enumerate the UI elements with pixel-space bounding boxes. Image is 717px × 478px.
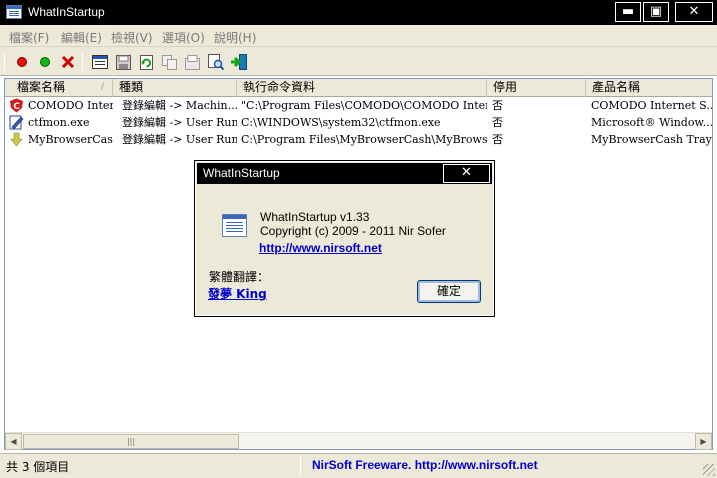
status-bar: 共 3 個項目 NirSoft Freeware. http://www.nir… [0, 453, 717, 478]
maximize-button[interactable]: ▣ [643, 2, 669, 22]
toolbar-separator [82, 53, 83, 71]
menu-file[interactable]: 檔案(F) [9, 29, 49, 46]
app-version: WhatInStartup v1.33 [260, 210, 370, 224]
column-header-type[interactable]: 種類 [113, 79, 237, 97]
about-dialog: WhatInStartup ✕ WhatInStartup v1.33 Copy… [194, 160, 495, 317]
dialog-title: WhatInStartup [203, 166, 280, 180]
cell-command: C:\WINDOWS\system32\ctfmon.exe [241, 116, 441, 129]
comodo-icon: C [9, 98, 24, 113]
menu-options[interactable]: 選項(O) [162, 29, 205, 46]
column-header-disabled[interactable]: 停用 [487, 79, 586, 97]
save-icon[interactable] [113, 52, 133, 72]
toolbar [0, 47, 717, 76]
ctfmon-icon [9, 115, 24, 130]
dialog-title-bar: WhatInStartup ✕ [197, 163, 492, 184]
cell-disabled: 否 [492, 116, 503, 129]
scroll-right-button[interactable]: ▶ [695, 433, 712, 450]
status-divider [300, 456, 301, 476]
enable-green-dot-icon[interactable] [35, 52, 55, 72]
cell-command: "C:\Program Files\COMODO\COMODO Internet… [241, 99, 487, 112]
column-header-filename[interactable]: 檔案名稱 / [5, 79, 113, 97]
item-count: 共 3 個項目 [6, 460, 70, 474]
cell-type: 登錄編輯 -> User Run [122, 133, 237, 146]
column-header-product[interactable]: 產品名稱 [586, 79, 712, 97]
cell-type: 登錄編輯 -> User Run [122, 116, 237, 129]
delete-x-icon[interactable] [58, 52, 78, 72]
cell-product: MyBrowserCash Tray [591, 133, 712, 146]
menu-bar: 檔案(F) 編輯(E) 檢視(V) 選項(O) 說明(H) [0, 25, 717, 47]
website-link[interactable]: http://www.nirsoft.net [259, 241, 382, 255]
refresh-icon[interactable] [136, 52, 156, 72]
window-title: WhatInStartup [28, 5, 105, 19]
cell-product: Microsoft® Window... [591, 116, 712, 129]
column-header-command[interactable]: 執行命令資料 [237, 79, 487, 97]
copy-icon[interactable] [159, 52, 179, 72]
horizontal-scrollbar[interactable]: ◀ ||| ▶ [5, 432, 712, 450]
scroll-left-button[interactable]: ◀ [5, 433, 22, 450]
menu-edit[interactable]: 編輯(E) [61, 29, 102, 46]
menu-view[interactable]: 檢視(V) [111, 29, 153, 46]
cell-command: C:\Program Files\MyBrowserCash\MyBrowser… [241, 133, 487, 146]
copyright-text: Copyright (c) 2009 - 2011 Nir Sofer [260, 224, 446, 238]
cell-type: 登錄編輯 -> Machin... [122, 99, 237, 112]
scrollbar-thumb[interactable]: ||| [23, 434, 239, 449]
resize-grip-icon[interactable] [703, 464, 715, 476]
translator-link[interactable]: 發夢 King [208, 285, 267, 302]
cell-disabled: 否 [492, 99, 503, 112]
find-icon[interactable] [206, 52, 226, 72]
svg-text:C: C [13, 102, 20, 112]
exit-icon[interactable] [229, 52, 249, 72]
cell-product: COMODO Internet S... [591, 99, 712, 112]
app-icon [6, 5, 22, 19]
properties-icon[interactable] [90, 52, 110, 72]
ok-button[interactable]: 確定 [417, 280, 481, 303]
html-report-icon[interactable] [182, 52, 202, 72]
cell-filename: COMODO Inter... [28, 99, 113, 112]
app-icon [222, 214, 247, 237]
table-row[interactable]: ctfmon.exe 登錄編輯 -> User Run C:\WINDOWS\s… [5, 114, 712, 131]
column-header-label: 檔案名稱 [17, 80, 66, 94]
minimize-button[interactable]: ▬ [615, 2, 641, 22]
disable-red-dot-icon[interactable] [12, 52, 32, 72]
nirsoft-link[interactable]: NirSoft Freeware. http://www.nirsoft.net [312, 458, 538, 472]
cell-filename: MyBrowserCash [28, 133, 113, 146]
title-bar: WhatInStartup ▬ ▣ ✕ [0, 0, 717, 25]
list-header: 檔案名稱 / 種類 執行命令資料 停用 產品名稱 [5, 79, 712, 97]
table-row[interactable]: MyBrowserCash 登錄編輯 -> User Run C:\Progra… [5, 131, 712, 148]
sort-arrow-icon: / [100, 82, 104, 92]
cell-filename: ctfmon.exe [28, 116, 90, 129]
table-row[interactable]: C COMODO Inter... 登錄編輯 -> Machin... "C:\… [5, 97, 712, 114]
translation-label: 繁體翻譯： [209, 270, 270, 284]
menu-help[interactable]: 說明(H) [214, 29, 256, 46]
browsercash-icon [9, 132, 24, 147]
toolbar-separator [4, 53, 5, 71]
close-button[interactable]: ✕ [675, 2, 713, 22]
dialog-close-button[interactable]: ✕ [443, 164, 490, 183]
cell-disabled: 否 [492, 133, 503, 146]
